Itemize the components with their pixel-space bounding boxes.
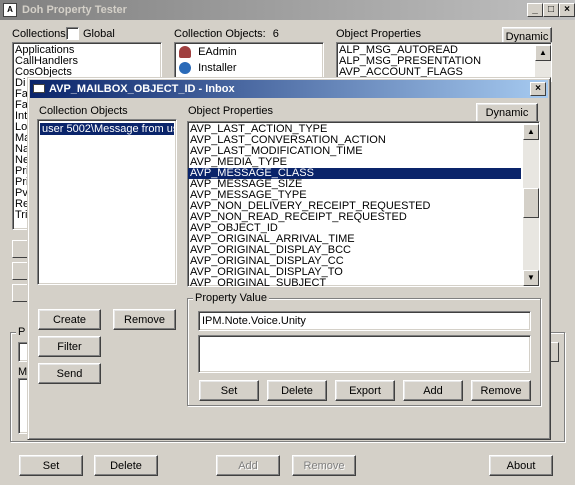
dialog-title: AVP_MAILBOX_OBJECT_ID - Inbox [49, 83, 235, 95]
dialog-collection-objects-label: Collection Objects [39, 105, 128, 117]
scroll-up-icon[interactable]: ▲ [535, 45, 551, 61]
main-props-scrollbar[interactable]: ▲ [535, 45, 551, 81]
dialog-remove-button[interactable]: Remove [113, 309, 176, 330]
dialog-titlebar[interactable]: AVP_MAILBOX_OBJECT_ID - Inbox × [30, 80, 548, 98]
close-button[interactable]: × [559, 3, 575, 17]
dialog-collection-object-item[interactable]: user 5002\Message from user 50 [40, 123, 174, 135]
dialog-dynamic-button[interactable]: Dynamic [476, 103, 538, 123]
collection-object-item[interactable]: EAdmin [179, 46, 237, 59]
collection-object-label: EAdmin [198, 46, 237, 58]
collection-objects-count: 6 [272, 28, 279, 40]
dialog-remove-value-button[interactable]: Remove [471, 380, 531, 401]
dialog-properties-list[interactable]: AVP_LAST_ACTION_TYPE AVP_LAST_CONVERSATIO… [187, 121, 540, 287]
collection-objects-label: Collection Objects: 6 [174, 28, 279, 40]
property-value-label: Property Value [193, 292, 269, 304]
globe-icon [179, 62, 191, 75]
collections-label: Collections [12, 28, 66, 40]
dialog-export-button[interactable]: Export [335, 380, 395, 401]
filter-button[interactable]: Filter [38, 336, 101, 357]
create-button[interactable]: Create [38, 309, 101, 330]
about-button[interactable]: About [489, 455, 553, 476]
dialog-property-item[interactable]: AVP_ORIGINAL_SUBJECT [188, 278, 521, 287]
main-window-title: Doh Property Tester [22, 4, 127, 16]
dialog-window: AVP_MAILBOX_OBJECT_ID - Inbox × Collecti… [27, 77, 551, 440]
property-value-multiline[interactable] [198, 335, 531, 373]
send-button[interactable]: Send [38, 363, 101, 384]
main-delete-button[interactable]: Delete [94, 455, 158, 476]
dialog-props-scrollbar[interactable]: ▲ ▼ [523, 124, 539, 286]
dialog-add-button[interactable]: Add [403, 380, 463, 401]
dialog-object-properties-label: Object Properties [188, 105, 273, 117]
maximize-button[interactable]: □ [543, 3, 559, 17]
object-properties-label: Object Properties [336, 28, 421, 40]
dialog-set-button[interactable]: Set [199, 380, 259, 401]
main-label-m: M [18, 366, 28, 378]
scroll-thumb[interactable] [523, 188, 539, 218]
main-set-button[interactable]: Set [19, 455, 83, 476]
global-label: Global [83, 28, 115, 40]
scroll-down-icon[interactable]: ▼ [523, 270, 539, 286]
property-value-input[interactable]: IPM.Note.Voice.Unity [198, 311, 531, 331]
app-icon: A [3, 3, 17, 17]
collection-object-label: Installer [198, 62, 237, 74]
main-group-label-p: P [16, 326, 28, 338]
admin-icon [179, 46, 191, 59]
property-value-text: IPM.Note.Voice.Unity [202, 315, 306, 327]
main-titlebar[interactable]: A Doh Property Tester _ □ × [0, 0, 575, 20]
main-add-button[interactable]: Add [216, 455, 280, 476]
dialog-delete-button[interactable]: Delete [267, 380, 327, 401]
scroll-up-icon[interactable]: ▲ [523, 124, 539, 140]
main-remove-button[interactable]: Remove [292, 455, 356, 476]
minimize-button[interactable]: _ [527, 3, 543, 17]
main-object-properties-list[interactable]: ALP_MSG_AUTOREAD ALP_MSG_PRESENTATION AVP_… [336, 42, 552, 82]
collection-object-item[interactable]: Installer [179, 62, 237, 75]
envelope-icon [33, 84, 45, 93]
collection-objects-list[interactable]: EAdmin Installer [174, 42, 324, 82]
collection-objects-label-text: Collection Objects: [174, 28, 266, 40]
dialog-collection-objects-list[interactable]: user 5002\Message from user 50 [37, 119, 177, 285]
global-checkbox[interactable] [66, 27, 79, 40]
dialog-close-button[interactable]: × [530, 82, 546, 96]
